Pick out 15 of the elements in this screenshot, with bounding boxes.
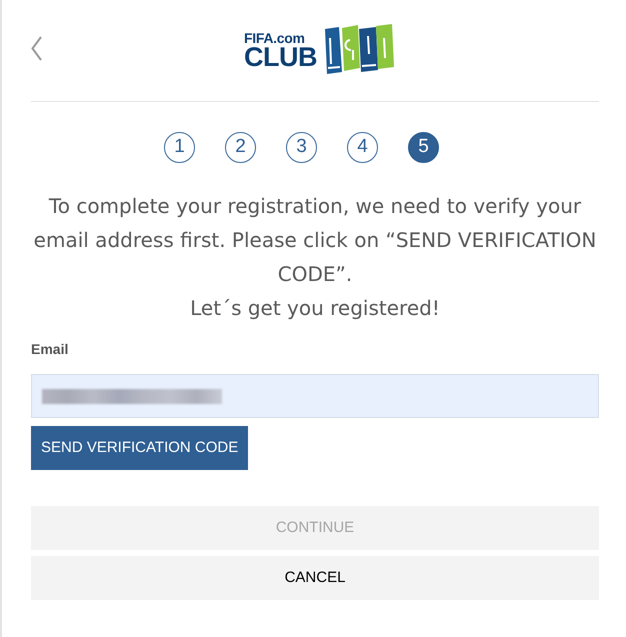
action-button[interactable]: CANCEL <box>31 556 599 600</box>
logo-text: CLUB <box>244 45 317 69</box>
send-verification-code-button[interactable]: SEND VERIFICATION CODE <box>31 426 248 470</box>
intro-text: Let´s get you registered! <box>189 295 441 322</box>
back-chevron-icon <box>31 36 42 60</box>
step-indicator: 1 <box>164 132 195 163</box>
email-input[interactable] <box>31 374 599 418</box>
intro-text: To complete your registration, we need to verify your email address first. Please click on “SEND VERIFICATION CODE”. <box>32 193 598 288</box>
step-indicator: 5 <box>408 132 439 163</box>
logo-text: FIFA.com <box>244 31 305 45</box>
step-indicator: 2 <box>225 132 256 163</box>
step-indicator: 4 <box>347 132 378 163</box>
email-label: Email <box>31 340 68 359</box>
step-indicator: 3 <box>286 132 317 163</box>
logo-tiles-drawing <box>324 24 396 76</box>
